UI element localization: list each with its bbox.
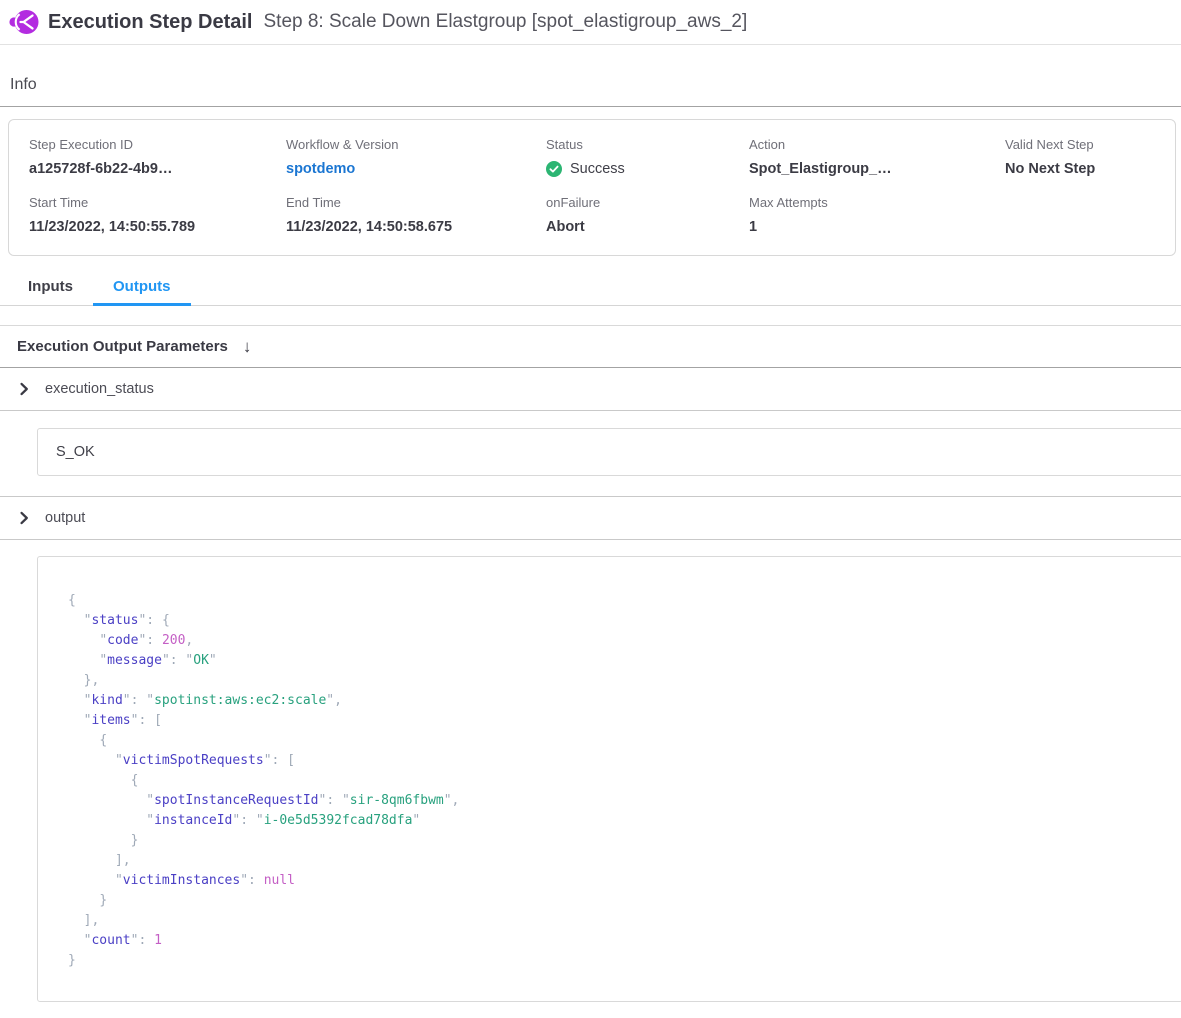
status-text: Success: [570, 161, 625, 177]
app-logo-icon: [9, 7, 39, 37]
field-max-attempts: Max Attempts 1: [749, 195, 1005, 235]
success-check-icon: [546, 161, 562, 177]
field-label: End Time: [286, 195, 546, 210]
field-label: Valid Next Step: [1005, 137, 1175, 152]
execution-status-value: S_OK: [56, 444, 95, 460]
info-section-title: Info: [0, 45, 1181, 106]
param-row-output[interactable]: output: [0, 497, 1181, 539]
field-label: Start Time: [29, 195, 286, 210]
param-row-execution-status[interactable]: execution_status: [0, 368, 1181, 410]
field-label: Workflow & Version: [286, 137, 546, 152]
field-action: Action Spot_Elastigroup_…: [749, 137, 1005, 177]
divider: [0, 410, 1181, 411]
info-card: Step Execution ID a125728f-6b22-4b9… Wor…: [8, 119, 1176, 256]
onfailure-value: Abort: [546, 219, 749, 235]
page-subtitle: Step 8: Scale Down Elastgroup [spot_elas…: [264, 11, 748, 33]
arrow-down-icon[interactable]: ↓: [243, 338, 252, 355]
execution-output-parameters-title: Execution Output Parameters: [17, 338, 228, 355]
field-label: onFailure: [546, 195, 749, 210]
chevron-right-icon: [17, 382, 31, 396]
divider: [0, 539, 1181, 540]
field-status: Status Success: [546, 137, 749, 177]
chevron-right-icon: [17, 511, 31, 525]
field-label: Step Execution ID: [29, 137, 286, 152]
end-time-value: 11/23/2022, 14:50:58.675: [286, 219, 546, 235]
param-name-output: output: [45, 510, 85, 526]
max-attempts-value: 1: [749, 219, 1005, 235]
page-title: Execution Step Detail: [48, 11, 253, 34]
field-label: Max Attempts: [749, 195, 1005, 210]
step-execution-id-value: a125728f-6b22-4b9…: [29, 161, 286, 177]
action-value: Spot_Elastigroup_…: [749, 161, 1005, 177]
start-time-value: 11/23/2022, 14:50:55.789: [29, 219, 286, 235]
workflow-link[interactable]: spotdemo: [286, 161, 546, 177]
field-onfailure: onFailure Abort: [546, 195, 749, 235]
field-end-time: End Time 11/23/2022, 14:50:58.675: [286, 195, 546, 235]
page-header: Execution Step Detail Step 8: Scale Down…: [0, 0, 1181, 45]
field-step-execution-id: Step Execution ID a125728f-6b22-4b9…: [29, 137, 286, 177]
info-divider: [0, 106, 1181, 107]
field-workflow-version: Workflow & Version spotdemo: [286, 137, 546, 177]
status-badge: Success: [546, 161, 749, 177]
tab-inputs[interactable]: Inputs: [8, 269, 93, 305]
tab-outputs[interactable]: Outputs: [93, 269, 191, 306]
tabs-bar: Inputs Outputs: [0, 269, 1181, 306]
output-json-box: { "status": { "code": 200, "message": "O…: [37, 556, 1181, 1002]
field-valid-next-step: Valid Next Step No Next Step: [1005, 137, 1175, 177]
execution-status-value-box: S_OK: [37, 428, 1181, 476]
field-start-time: Start Time 11/23/2022, 14:50:55.789: [29, 195, 286, 235]
valid-next-step-value: No Next Step: [1005, 161, 1175, 177]
param-name-execution-status: execution_status: [45, 381, 154, 397]
field-empty: [1005, 195, 1175, 235]
field-label: Action: [749, 137, 1005, 152]
output-json-code: { "status": { "code": 200, "message": "O…: [68, 591, 1166, 971]
execution-output-parameters-header: Execution Output Parameters ↓: [0, 326, 1181, 367]
field-label: Status: [546, 137, 749, 152]
